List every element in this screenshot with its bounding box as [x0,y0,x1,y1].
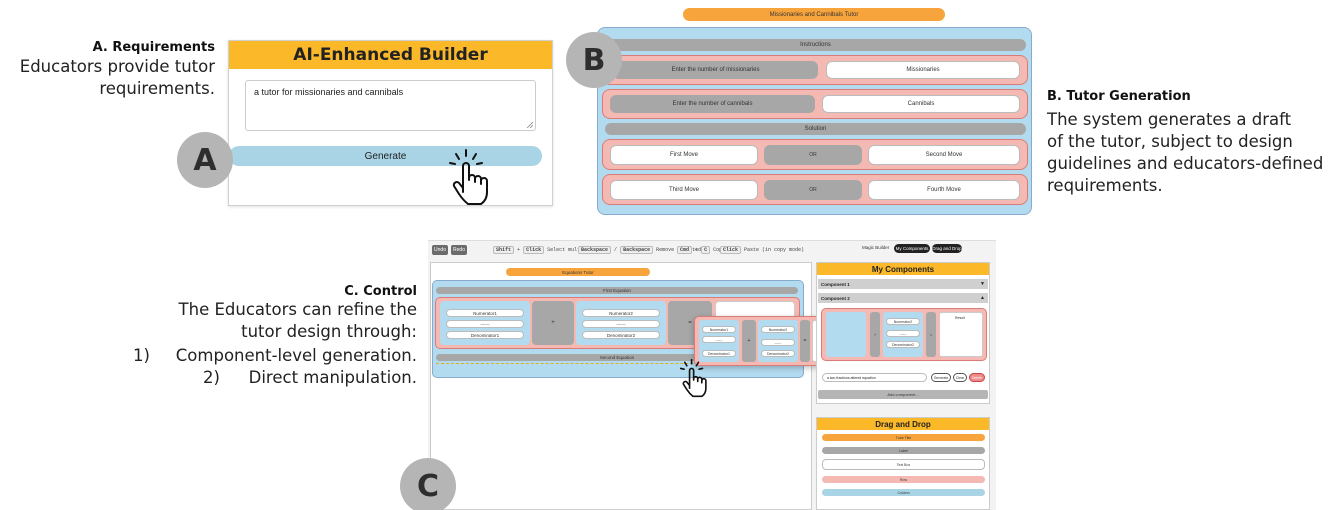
component-prompt-input[interactable]: a two fractions altered equation [822,373,927,382]
mc-denominator2: Denominator2 [886,341,920,348]
enter-cannibals-label: Enter the number of cannibals [610,95,815,113]
component-2-header[interactable]: Component 2 ▲ [818,293,988,303]
list-item-text: Direct manipulation. [248,368,417,387]
undo-button[interactable]: Undo [432,245,448,255]
drag-numerator2: Numerator2 [761,326,795,333]
component-1-label: Component 1 [821,281,850,287]
ai-builder-title: AI-Enhanced Builder [293,45,488,65]
drag-and-drop-title: Drag and Drop [875,419,931,429]
component-2-label: Component 2 [821,295,850,301]
list-item-number: 1) [133,346,150,365]
my-components-title: My Components [871,264,935,274]
badge-b: B [566,32,622,88]
tab-drag-and-drop[interactable]: Drag and Drop [932,244,962,253]
list-item-number: 2) [203,368,220,387]
component-delete-button[interactable]: Delete [969,373,985,382]
tab-my-components[interactable]: My Components [894,244,930,253]
generate-button-label: Generate [364,150,407,162]
equations-tutor-title[interactable]: Equations Tutor [506,268,650,276]
cannibals-input[interactable]: Cannibals [822,95,1020,113]
drag-denominator1: Denominator1 [702,350,736,357]
numerator1-input[interactable]: Numerator1 [446,309,524,317]
panel-a-caption-line1: Educators provide tutor [19,57,215,76]
shortcut-paste: Click Paste (in copy mode) [720,246,804,254]
panel-c-caption-line2: tutor design through: [241,322,417,341]
panel-b-caption-line4: requirements. [1047,176,1163,195]
component-clear-button[interactable]: Clear [953,373,967,382]
drag-plus: + [742,320,756,362]
or-label-2: OR [764,180,862,200]
ai-builder-header: AI-Enhanced Builder [229,41,552,69]
badge-a: A [177,132,233,188]
palette-label[interactable]: Label [822,447,985,454]
panel-b-caption-line3: guidelines and educators-defined [1047,154,1324,173]
third-move-input[interactable]: Third Move [610,180,758,200]
component-generate-button[interactable]: Generate [931,373,951,382]
mc-numerator2: Numerator2 [886,318,920,325]
shortcut-copy: Cmd + C Copy [677,246,725,254]
panel-a-caption-title: A. Requirements [92,40,215,55]
instructions-bar: Instructions [605,39,1026,51]
palette-text-box[interactable]: Text Box [822,459,985,470]
chevron-up-icon[interactable]: ▲ [980,295,988,301]
drag-bar2: ------ [761,339,795,346]
ai-builder-panel: AI-Enhanced Builder a tutor for missiona… [228,40,553,206]
denominator2-input[interactable]: Denominator2 [582,331,660,339]
solution-bar: Solution [605,123,1026,135]
resize-grip-icon[interactable] [526,121,533,128]
drag-hand-icon [679,358,707,398]
fraction-bar-2: ------ [582,320,660,328]
missionaries-input[interactable]: Missionaries [826,61,1020,79]
mc-plus: + [870,312,880,357]
magic-builder-label[interactable]: Magic Builder [862,245,889,250]
panel-c-caption-title: C. Control [344,284,417,299]
drag-numerator1: Numerator1 [702,326,736,333]
mc-bar: ------ [886,330,920,337]
second-move-input[interactable]: Second Move [868,145,1020,165]
mc-fraction-1 [826,312,866,357]
fraction-bar-1: ------ [446,320,524,328]
drag-and-drop-header: Drag and Drop [817,418,989,430]
first-move-input[interactable]: First Move [610,145,758,165]
panel-b-caption-line2: of the tutor, subject to design [1047,132,1293,151]
panel-a-caption-line2: requirements. [99,79,215,98]
first-equation-label[interactable]: First Equation [436,287,798,294]
click-hand-icon [449,149,488,205]
requirements-text: a tutor for missionaries and cannibals [254,87,404,97]
fourth-move-input[interactable]: Fourth Move [868,180,1020,200]
panel-b-caption-title: B. Tutor Generation [1047,89,1191,104]
or-label-1: OR [764,145,862,165]
enter-missionaries-label: Enter the number of missionaries [613,61,818,79]
plus-operator[interactable]: + [532,301,574,345]
mc-equals: = [926,312,936,357]
drag-equals: = [800,320,810,362]
palette-tutor-title[interactable]: Tutor Title [822,434,985,441]
add-component-button[interactable]: Add component... [818,390,988,399]
badge-c: C [400,458,456,510]
drag-bar1: ------ [702,336,736,343]
palette-column[interactable]: Column [822,489,985,496]
drag-denominator2: Denominator2 [761,350,795,357]
chevron-down-icon[interactable]: ▼ [980,281,988,287]
mc-result-label: Result [955,316,965,320]
denominator1-input[interactable]: Denominator1 [446,331,524,339]
redo-button[interactable]: Redo [451,245,467,255]
panel-b-caption-line1: The system generates a draft [1047,110,1292,129]
requirements-textarea[interactable]: a tutor for missionaries and cannibals [245,80,536,131]
tutor-title-bar: Missionaries and Cannibals Tutor [683,8,945,21]
panel-c-caption-line1: The Educators can refine the [178,300,417,319]
numerator2-input[interactable]: Numerator2 [582,309,660,317]
palette-row[interactable]: Row [822,476,985,483]
component-1-header[interactable]: Component 1 ▼ [818,279,988,289]
list-item-text: Component-level generation. [175,346,417,365]
my-components-header: My Components [817,263,989,275]
component-prompt-text: a two fractions altered equation [827,375,876,380]
